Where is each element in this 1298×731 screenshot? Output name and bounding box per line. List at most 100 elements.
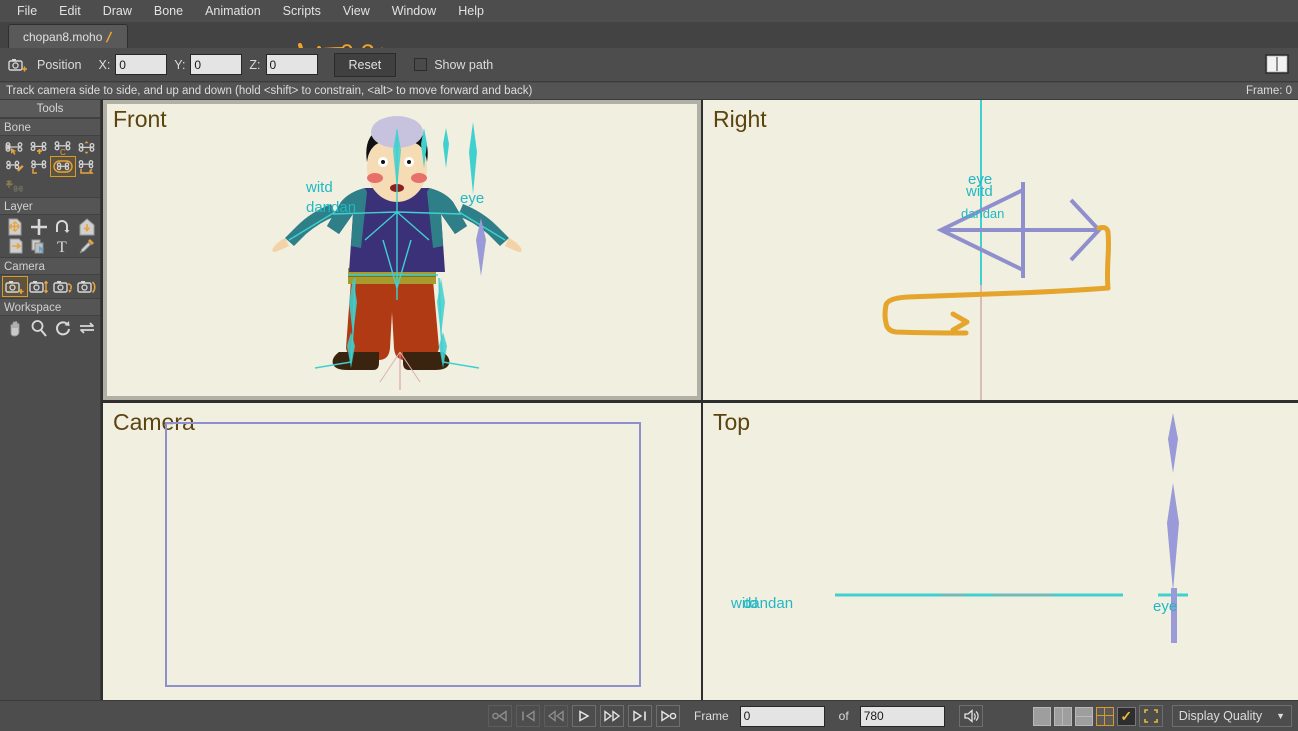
- menu-scripts[interactable]: Scripts: [272, 1, 332, 21]
- enable-view-checkbox[interactable]: ✓: [1116, 706, 1136, 726]
- show-path-label: Show path: [434, 57, 494, 72]
- viewport-camera[interactable]: Camera: [103, 403, 701, 700]
- jump-to-start-icon[interactable]: [488, 705, 512, 727]
- bone-label-eye: eye: [460, 190, 484, 207]
- eye-bone-top-lower: [1167, 483, 1179, 591]
- total-frames-input[interactable]: [859, 705, 945, 727]
- three-pane-icon[interactable]: [1074, 706, 1093, 726]
- menu-animation[interactable]: Animation: [194, 1, 272, 21]
- position-label: Position: [37, 57, 82, 72]
- playback-bar: Frame of: [0, 700, 1298, 731]
- rewind-icon[interactable]: [544, 705, 568, 727]
- viewport-front[interactable]: Front witd dandan eye: [103, 100, 701, 400]
- menu-draw[interactable]: Draw: [92, 1, 143, 21]
- annotation-stroke-1: [1096, 225, 1111, 291]
- viewport-right[interactable]: Right eye witd dandan: [703, 100, 1298, 400]
- document-tab-chopan8[interactable]: chopan8.moho /: [8, 24, 129, 48]
- manipulate-bones-icon[interactable]: [3, 157, 27, 176]
- palette-group-bone: C: [0, 136, 100, 197]
- bone-label-witd-right: witd: [965, 183, 993, 200]
- viewport-top[interactable]: Top witd dandan eye: [703, 403, 1298, 700]
- play-icon[interactable]: [572, 705, 596, 727]
- step-back-frame-icon[interactable]: [516, 705, 540, 727]
- reset-button[interactable]: Reset: [333, 52, 397, 77]
- show-path-checkbox-box[interactable]: [414, 58, 428, 71]
- display-quality-label: Display Quality: [1178, 709, 1263, 723]
- frame-input[interactable]: [739, 705, 825, 727]
- y-axis-label: Y:: [174, 57, 186, 72]
- four-pane-icon[interactable]: [1095, 706, 1114, 726]
- rotate-layer-icon[interactable]: [51, 217, 75, 236]
- playback-controls: Frame of: [488, 705, 983, 727]
- svg-text:C: C: [60, 148, 66, 155]
- bone-constraints-icon[interactable]: C: [51, 138, 75, 157]
- bone-strength-icon[interactable]: [75, 138, 99, 157]
- bone-label-dandan-top: dandan: [743, 595, 793, 612]
- moho-application-window: File Edit Draw Bone Animation Scripts Vi…: [0, 0, 1298, 731]
- view-layout-controls: ✓ Display Quality ▼: [1032, 705, 1292, 727]
- annotation-arrowhead: [950, 311, 970, 333]
- position-z-input[interactable]: [265, 54, 318, 75]
- status-bar: Track camera side to side, and up and do…: [0, 83, 1298, 100]
- menu-help[interactable]: Help: [447, 1, 495, 21]
- frame-label: Frame: [694, 709, 729, 723]
- step-forward-icon[interactable]: [628, 705, 652, 727]
- svg-text:T: T: [57, 239, 67, 255]
- select-bone-icon[interactable]: [3, 138, 27, 157]
- palette-group-layer-header: Layer: [0, 197, 100, 215]
- tool-palette: Tools Bone C Layer T Camera Workspace: [0, 100, 101, 700]
- position-y-input[interactable]: [190, 54, 243, 75]
- shear-layer-icon[interactable]: [75, 217, 99, 236]
- eyedropper-icon[interactable]: [75, 236, 99, 255]
- set-origin-icon[interactable]: [3, 236, 27, 255]
- fast-forward-icon[interactable]: [600, 705, 624, 727]
- x-axis-label: X:: [98, 57, 111, 72]
- modified-pencil-icon: /: [105, 28, 114, 45]
- add-bone-icon[interactable]: [27, 138, 51, 157]
- rotate-view-icon[interactable]: [51, 318, 75, 337]
- track-camera-icon[interactable]: [2, 276, 28, 297]
- transform-layer-icon[interactable]: [3, 217, 27, 236]
- position-x-input[interactable]: [115, 54, 168, 75]
- offset-bone-icon[interactable]: [50, 156, 76, 177]
- status-hint-text: Track camera side to side, and up and do…: [6, 85, 533, 97]
- crop-frame-icon[interactable]: [1138, 705, 1163, 727]
- palette-group-layer: T: [0, 215, 100, 257]
- jump-to-end-icon[interactable]: [656, 705, 680, 727]
- of-label: of: [838, 709, 849, 723]
- text-tool-icon[interactable]: T: [51, 236, 75, 255]
- palette-group-camera-header: Camera: [0, 257, 100, 275]
- reset-view-icon[interactable]: [75, 318, 99, 337]
- transform-bone-icon[interactable]: [75, 157, 99, 176]
- bind-layer-icon[interactable]: [27, 176, 51, 195]
- move-layer-icon[interactable]: [27, 217, 51, 236]
- pan-hand-icon[interactable]: [3, 318, 27, 337]
- speaker-icon[interactable]: [958, 705, 983, 727]
- show-path-checkbox[interactable]: Show path: [414, 58, 493, 72]
- camera-track-icon: [8, 58, 27, 71]
- reparent-bone-icon[interactable]: [27, 157, 51, 176]
- pan-tilt-camera-icon[interactable]: [75, 277, 99, 296]
- chevron-down-icon: ▼: [1276, 711, 1285, 721]
- annotation-stroke-2: [882, 285, 1111, 336]
- zoom-magnifier-icon[interactable]: [27, 318, 51, 337]
- menu-view[interactable]: View: [332, 1, 381, 21]
- display-quality-dropdown[interactable]: Display Quality ▼: [1171, 705, 1292, 727]
- zoom-camera-icon[interactable]: [27, 277, 51, 296]
- menu-file[interactable]: File: [6, 1, 48, 21]
- roll-camera-icon[interactable]: [51, 277, 75, 296]
- palette-group-bone-header: Bone: [0, 118, 100, 136]
- front-view-content: witd dandan eye: [272, 116, 522, 390]
- follow-path-icon[interactable]: [27, 236, 51, 255]
- two-pane-icon[interactable]: [1053, 706, 1072, 726]
- menu-edit[interactable]: Edit: [48, 1, 92, 21]
- menu-bone[interactable]: Bone: [143, 1, 194, 21]
- bind-points-icon[interactable]: [3, 176, 27, 195]
- open-book-icon[interactable]: [1264, 53, 1290, 75]
- palette-group-workspace-header: Workspace: [0, 298, 100, 316]
- palette-group-camera: [0, 275, 100, 298]
- menu-window[interactable]: Window: [381, 1, 447, 21]
- single-pane-icon[interactable]: [1032, 706, 1051, 726]
- camera-frustum-gizmo: [936, 182, 1102, 278]
- eye-bone-cyan: [469, 122, 477, 194]
